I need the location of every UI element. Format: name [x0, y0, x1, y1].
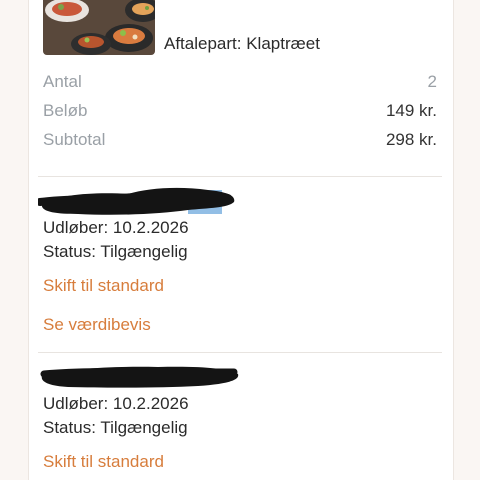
amount-value: 149 kr. [385, 101, 437, 120]
voucher-expiry: Udløber: 10.2.2026 [43, 394, 189, 413]
voucher-status: Status: Tilgængelig [43, 418, 188, 437]
divider [38, 176, 442, 177]
partner-name: Aftalepart: Klaptræet [164, 34, 320, 53]
voucher-status: Status: Tilgængelig [43, 242, 188, 261]
switch-to-standard-link[interactable]: Skift til standard [43, 276, 164, 296]
subtotal-value: 298 kr. [385, 130, 437, 149]
divider [38, 352, 442, 353]
quantity-value: 2 [427, 72, 437, 91]
quantity-row: Antal 2 [43, 72, 437, 92]
redaction-mark [38, 187, 235, 215]
view-voucher-link[interactable]: Se værdibevis [43, 315, 151, 335]
amount-row: Beløb 149 kr. [43, 101, 437, 121]
redaction-mark [40, 366, 239, 388]
amount-label: Beløb [43, 101, 88, 120]
subtotal-label: Subtotal [43, 130, 106, 149]
product-image [43, 0, 155, 55]
switch-to-standard-link[interactable]: Skift til standard [43, 452, 164, 472]
subtotal-row: Subtotal 298 kr. [43, 130, 437, 150]
quantity-label: Antal [43, 72, 82, 91]
voucher-expiry: Udløber: 10.2.2026 [43, 218, 189, 237]
